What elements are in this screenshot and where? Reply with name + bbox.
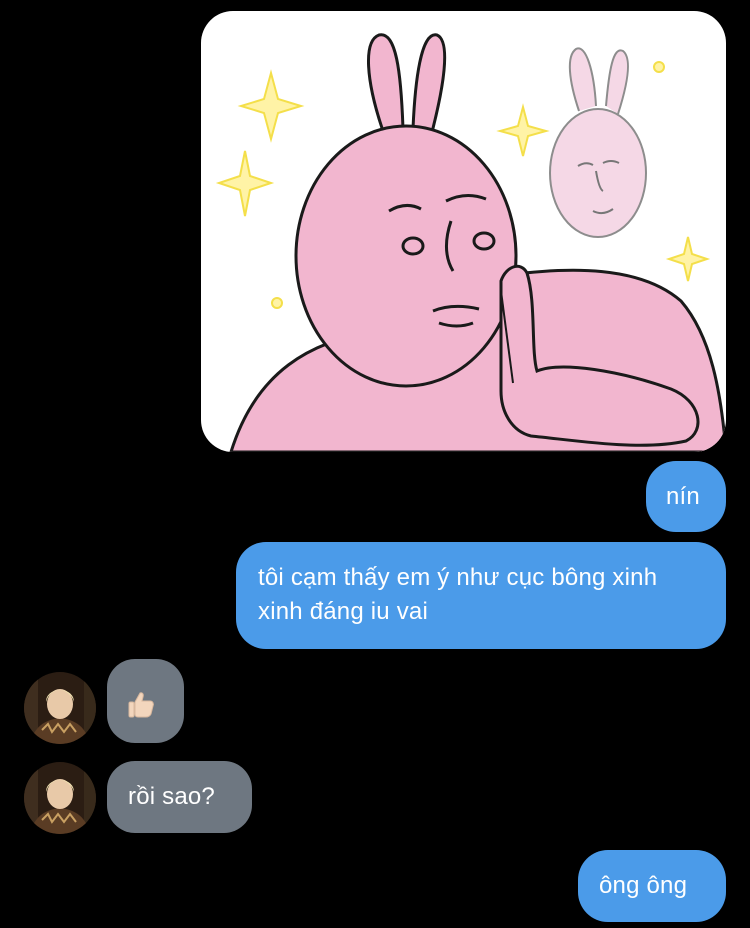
incoming-reaction-bubble[interactable] bbox=[107, 659, 184, 743]
thumbs-up-icon bbox=[128, 692, 154, 718]
incoming-message-bubble[interactable]: rồi sao? bbox=[107, 761, 252, 833]
contact-avatar[interactable] bbox=[24, 762, 96, 834]
outgoing-message-bubble[interactable]: nín bbox=[646, 461, 726, 532]
outgoing-message-bubble[interactable]: ông ông bbox=[578, 850, 726, 922]
sticker-message[interactable] bbox=[201, 11, 726, 452]
outgoing-message-bubble[interactable]: tôi cạm thấy em ý như cục bông xinh xinh… bbox=[236, 542, 726, 649]
message-text: rồi sao? bbox=[128, 783, 215, 810]
message-text: nín bbox=[666, 483, 700, 510]
profile-photo bbox=[24, 672, 96, 744]
profile-photo bbox=[24, 762, 96, 834]
contact-avatar[interactable] bbox=[24, 672, 96, 744]
message-text: tôi cạm thấy em ý như cục bông xinh xinh… bbox=[258, 564, 658, 625]
message-text: ông ông bbox=[599, 872, 688, 899]
rabbit-sticker-icon bbox=[215, 33, 726, 452]
